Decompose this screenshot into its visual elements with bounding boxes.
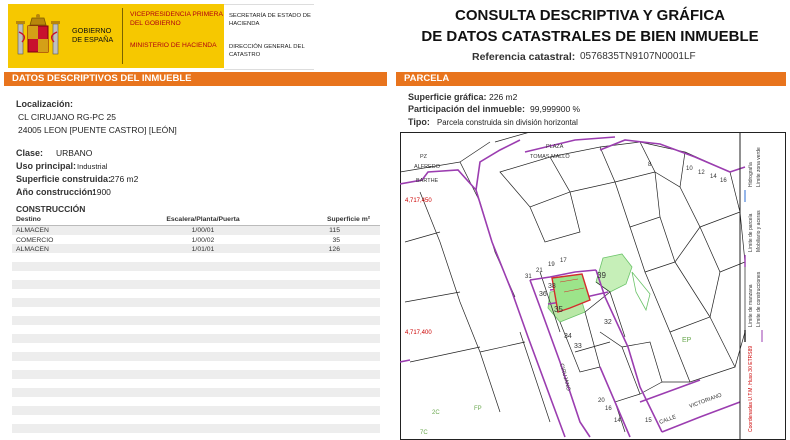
table-stripe: [12, 424, 380, 433]
built-area-label: Superficie construida:: [16, 174, 112, 184]
graphic-area-value: 226 m2: [489, 92, 518, 102]
government-name: GOBIERNO DE ESPAÑA: [72, 26, 114, 44]
map-label-tomas-mallo: TOMAS MALLO: [530, 154, 570, 160]
table-header-row: Destino Escalera/Planta/Puerta Superfici…: [12, 214, 380, 226]
col-header-escalera: Escalera/Planta/Puerta: [130, 214, 276, 226]
vice-presidency-label: VICEPRESIDENCIA PRIMERA DEL GOBIERNO: [130, 11, 223, 27]
construction-year-value: 1900: [92, 187, 111, 197]
map-label-15: 15: [645, 418, 652, 424]
map-label-16: 16: [720, 178, 727, 184]
map-frame: [400, 132, 786, 440]
type-value: Parcela construida sin división horizont…: [437, 118, 578, 127]
table-stripe: [12, 316, 380, 325]
table-stripe: [12, 352, 380, 361]
map-label-12: 12: [698, 170, 705, 176]
map-label-36: 36: [539, 291, 547, 298]
map-label-20: 20: [598, 398, 605, 404]
cell-superficie: 115: [329, 227, 340, 235]
map-label-35: 35: [554, 305, 563, 314]
map-label-plaza: PLAZA: [546, 144, 564, 150]
cell-destino: ALMACEN: [16, 246, 49, 254]
cell-destino: COMERCIO: [16, 236, 54, 244]
parcel-header: PARCELA: [396, 72, 786, 86]
map-label-fp: FP: [474, 406, 482, 412]
table-stripe: [12, 388, 380, 397]
col-header-superficie: Superficie m²: [276, 214, 380, 226]
table-stripe: [12, 370, 380, 379]
legend-coords-footer: Coordenadas U.T.M. Huso 30 ETRS89: [748, 346, 754, 432]
logo-divider: [122, 8, 123, 64]
map-coord-top: 4,717,450: [405, 198, 432, 204]
participation-label: Participación del inmueble:: [408, 104, 526, 114]
table-row: COMERCIO 1/00/02 35: [12, 236, 380, 246]
table-stripe: [12, 298, 380, 307]
map-label-39: 39: [597, 271, 606, 280]
built-area-value: 276 m2: [110, 174, 139, 184]
construction-year-label: Año construcción:: [16, 187, 96, 197]
coat-of-arms-icon: [16, 14, 60, 55]
map-label-17: 17: [560, 258, 567, 264]
legend-limite-verde: Límite zona verde: [756, 147, 762, 187]
map-label-7c: 7C: [420, 430, 428, 436]
table-row: ALMACEN 1/00/01 115: [12, 226, 380, 236]
map-label-alfredo: ALFREDO: [414, 164, 441, 170]
cell-superficie: 126: [328, 246, 340, 254]
participation-value: 99,999900 %: [530, 104, 581, 114]
cadastral-reference-label: Referencia catastral:: [472, 51, 576, 63]
class-value: URBANO: [56, 148, 93, 158]
map-label-2c: 2C: [432, 410, 440, 416]
table-stripe: [12, 334, 380, 343]
legend-limite-construcciones: Límite de construcciones: [756, 271, 762, 327]
descriptive-data-panel: Localización: CL CIRUJANO RG-PC 25 24005…: [4, 86, 387, 440]
col-header-destino: Destino: [12, 214, 130, 226]
cell-escalera: 1/00/01: [191, 227, 215, 235]
table-row: ALMACEN 1/01/01 126: [12, 245, 380, 255]
table-stripe: [12, 406, 380, 415]
map-label-34: 34: [564, 333, 572, 340]
map-label-21: 21: [536, 268, 543, 274]
cadastral-map[interactable]: Hidrografía Límite zona verde Límite de …: [400, 132, 786, 440]
class-label: Clase:: [16, 148, 44, 158]
address-line2: 24005 LEON [PUENTE CASTRO] [LEÓN]: [18, 125, 177, 135]
cadastral-reference-value[interactable]: 0576835TN9107N0001LF: [580, 51, 696, 62]
cell-escalera: 1/00/02: [191, 236, 215, 244]
map-label-pz: PZ: [420, 154, 428, 160]
secretary-label: SECRETARÍA DE ESTADO DE HACIENDA: [229, 13, 311, 27]
construction-table: Destino Escalera/Planta/Puerta Superfici…: [12, 214, 380, 255]
directorate-label: DIRECCIÓN GENERAL DEL CATASTRO: [229, 44, 305, 58]
map-label-14: 14: [710, 174, 717, 180]
legend-limite-parcela: Límite de parcela: [748, 213, 754, 252]
map-label-32: 32: [604, 319, 612, 326]
ministry-label: MINISTERIO DE HACIENDA: [130, 42, 217, 49]
document-title-line2: DE DATOS CATASTRALES DE BIEN INMUEBLE: [421, 28, 759, 45]
legend-limite-manzana: Límite de manzana: [748, 284, 754, 327]
table-stripe: [12, 280, 380, 289]
location-label: Localización:: [16, 99, 74, 109]
map-label-31: 31: [525, 274, 532, 280]
map-label-16b: 16: [605, 406, 612, 412]
map-label-14b: 14: [614, 418, 621, 424]
legend-hidrografia: Hidrografía: [748, 162, 754, 187]
descriptive-data-header: DATOS DESCRIPTIVOS DEL INMUEBLE: [4, 72, 387, 86]
main-use-label: Uso principal:: [16, 161, 77, 171]
document-title-line1: CONSULTA DESCRIPTIVA Y GRÁFICA: [454, 7, 725, 24]
graphic-area-label: Superficie gráfica:: [408, 92, 487, 102]
map-label-ep: EP: [682, 337, 692, 344]
cell-superficie: 35: [332, 236, 340, 244]
address-line1: CL CIRUJANO RG-PC 25: [18, 112, 116, 122]
map-label-19: 19: [548, 262, 555, 268]
map-label-10: 10: [686, 166, 693, 172]
cell-destino: ALMACEN: [16, 227, 49, 235]
map-label-33: 33: [574, 343, 582, 350]
cell-escalera: 1/01/01: [191, 246, 215, 254]
type-label: Tipo:: [408, 117, 430, 127]
table-stripe: [12, 262, 380, 271]
legend-mobiliario: Mobiliario y aceras: [756, 210, 762, 252]
map-label-barthe: BARTHE: [416, 178, 439, 184]
map-label-38: 38: [548, 283, 556, 290]
construction-section-title: CONSTRUCCIÓN: [16, 204, 86, 214]
main-use-value: Industrial: [77, 162, 108, 171]
map-coord-bottom: 4,717,400: [405, 330, 432, 336]
